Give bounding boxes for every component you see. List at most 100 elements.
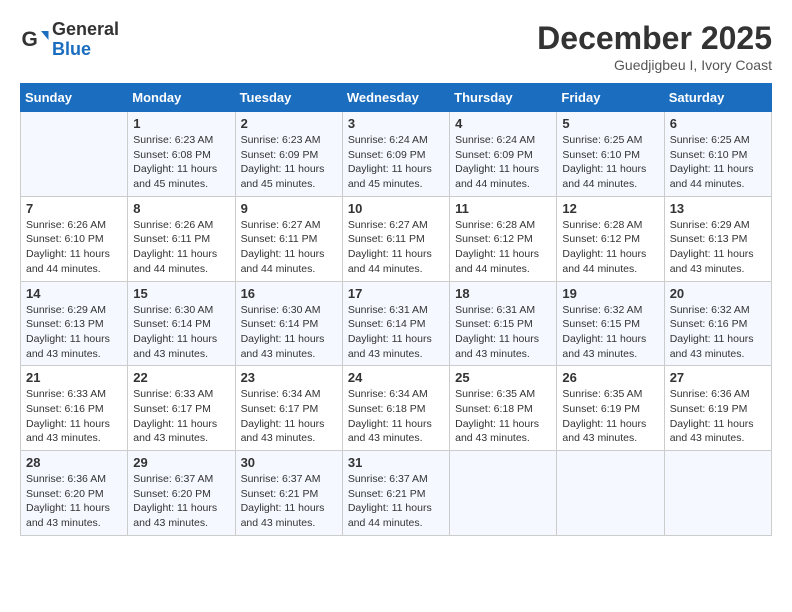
calendar-day-header: Monday [128,84,235,112]
calendar-day-header: Saturday [664,84,771,112]
day-info: Sunrise: 6:37 AMSunset: 6:20 PMDaylight:… [133,472,229,531]
calendar-day-header: Sunday [21,84,128,112]
day-info: Sunrise: 6:29 AMSunset: 6:13 PMDaylight:… [670,218,766,277]
day-number: 30 [241,455,337,470]
calendar-cell: 29Sunrise: 6:37 AMSunset: 6:20 PMDayligh… [128,451,235,536]
calendar-cell: 14 Sunrise: 6:29 AMSunset: 6:13 PMDayligh… [21,281,128,366]
month-title: December 2025 [537,20,772,57]
svg-text:G: G [22,28,38,51]
calendar-cell: 8 Sunrise: 6:26 AMSunset: 6:11 PMDaylight… [128,196,235,281]
calendar-week-row: 21Sunrise: 6:33 AMSunset: 6:16 PMDayligh… [21,366,772,451]
day-number: 28 [26,455,122,470]
day-info: Sunrise: 6:37 AMSunset: 6:21 PMDaylight:… [241,472,337,531]
calendar-cell: 27 Sunrise: 6:36 AMSunset: 6:19 PMDayligh… [664,366,771,451]
day-info: Sunrise: 6:36 AMSunset: 6:19 PMDaylight:… [670,387,766,446]
calendar-cell: 11 Sunrise: 6:28 AMSunset: 6:12 PMDayligh… [450,196,557,281]
calendar-cell [21,112,128,197]
day-info: Sunrise: 6:23 AMSunset: 6:09 PMDaylight:… [241,133,337,192]
day-info: Sunrise: 6:26 AMSunset: 6:11 PMDaylight:… [133,218,229,277]
day-info: Sunrise: 6:34 AMSunset: 6:17 PMDaylight:… [241,387,337,446]
logo-icon: G [20,25,50,55]
calendar-week-row: 1 Sunrise: 6:23 AMSunset: 6:08 PMDaylight… [21,112,772,197]
day-number: 11 [455,201,551,216]
day-info: Sunrise: 6:35 AMSunset: 6:18 PMDaylight:… [455,387,551,446]
calendar-cell: 1 Sunrise: 6:23 AMSunset: 6:08 PMDaylight… [128,112,235,197]
calendar-cell: 28 Sunrise: 6:36 AMSunset: 6:20 PMDayligh… [21,451,128,536]
calendar-cell: 13 Sunrise: 6:29 AMSunset: 6:13 PMDayligh… [664,196,771,281]
day-number: 23 [241,370,337,385]
day-info: Sunrise: 6:24 AMSunset: 6:09 PMDaylight:… [455,133,551,192]
calendar-cell: 16 Sunrise: 6:30 AMSunset: 6:14 PMDayligh… [235,281,342,366]
day-number: 1 [133,116,229,131]
day-info: Sunrise: 6:29 AMSunset: 6:13 PMDaylight:… [26,303,122,362]
calendar-cell: 5Sunrise: 6:25 AMSunset: 6:10 PMDaylight… [557,112,664,197]
day-number: 20 [670,286,766,301]
day-number: 19 [562,286,658,301]
calendar-cell [664,451,771,536]
calendar-cell: 23 Sunrise: 6:34 AMSunset: 6:17 PMDayligh… [235,366,342,451]
calendar-cell: 12 Sunrise: 6:28 AMSunset: 6:12 PMDayligh… [557,196,664,281]
day-info: Sunrise: 6:31 AMSunset: 6:14 PMDaylight:… [348,303,444,362]
calendar-cell: 25 Sunrise: 6:35 AMSunset: 6:18 PMDayligh… [450,366,557,451]
calendar-week-row: 28 Sunrise: 6:36 AMSunset: 6:20 PMDayligh… [21,451,772,536]
calendar-cell: 3 Sunrise: 6:24 AMSunset: 6:09 PMDaylight… [342,112,449,197]
day-info: Sunrise: 6:32 AMSunset: 6:15 PMDaylight:… [562,303,658,362]
day-info: Sunrise: 6:33 AMSunset: 6:16 PMDaylight:… [26,387,122,446]
day-info: Sunrise: 6:25 AMSunset: 6:10 PMDaylight:… [670,133,766,192]
day-number: 12 [562,201,658,216]
day-info: Sunrise: 6:30 AMSunset: 6:14 PMDaylight:… [133,303,229,362]
page-header: G General Blue December 2025 Guedjigbeu … [20,20,772,73]
calendar-table: SundayMondayTuesdayWednesdayThursdayFrid… [20,83,772,536]
day-info: Sunrise: 6:25 AMSunset: 6:10 PMDaylight:… [562,133,658,192]
day-number: 9 [241,201,337,216]
calendar-cell: 20Sunrise: 6:32 AMSunset: 6:16 PMDayligh… [664,281,771,366]
calendar-cell: 6 Sunrise: 6:25 AMSunset: 6:10 PMDaylight… [664,112,771,197]
title-block: December 2025 Guedjigbeu I, Ivory Coast [537,20,772,73]
logo-general: General [52,20,119,40]
day-number: 26 [562,370,658,385]
day-info: Sunrise: 6:33 AMSunset: 6:17 PMDaylight:… [133,387,229,446]
day-number: 31 [348,455,444,470]
calendar-cell: 4 Sunrise: 6:24 AMSunset: 6:09 PMDaylight… [450,112,557,197]
calendar-week-row: 14 Sunrise: 6:29 AMSunset: 6:13 PMDayligh… [21,281,772,366]
calendar-cell: 9Sunrise: 6:27 AMSunset: 6:11 PMDaylight… [235,196,342,281]
day-number: 22 [133,370,229,385]
day-number: 24 [348,370,444,385]
calendar-cell: 30 Sunrise: 6:37 AMSunset: 6:21 PMDayligh… [235,451,342,536]
day-info: Sunrise: 6:34 AMSunset: 6:18 PMDaylight:… [348,387,444,446]
day-info: Sunrise: 6:36 AMSunset: 6:20 PMDaylight:… [26,472,122,531]
day-info: Sunrise: 6:31 AMSunset: 6:15 PMDaylight:… [455,303,551,362]
day-number: 27 [670,370,766,385]
day-number: 18 [455,286,551,301]
calendar-cell: 19 Sunrise: 6:32 AMSunset: 6:15 PMDayligh… [557,281,664,366]
day-info: Sunrise: 6:28 AMSunset: 6:12 PMDaylight:… [455,218,551,277]
day-info: Sunrise: 6:28 AMSunset: 6:12 PMDaylight:… [562,218,658,277]
calendar-day-header: Tuesday [235,84,342,112]
logo: G General Blue [20,20,119,60]
day-number: 2 [241,116,337,131]
calendar-week-row: 7Sunrise: 6:26 AMSunset: 6:10 PMDaylight… [21,196,772,281]
calendar-day-header: Wednesday [342,84,449,112]
day-number: 8 [133,201,229,216]
day-info: Sunrise: 6:26 AMSunset: 6:10 PMDaylight:… [26,218,122,277]
calendar-cell: 7Sunrise: 6:26 AMSunset: 6:10 PMDaylight… [21,196,128,281]
calendar-cell: 26Sunrise: 6:35 AMSunset: 6:19 PMDayligh… [557,366,664,451]
day-number: 13 [670,201,766,216]
day-info: Sunrise: 6:23 AMSunset: 6:08 PMDaylight:… [133,133,229,192]
calendar-day-header: Thursday [450,84,557,112]
day-number: 25 [455,370,551,385]
day-number: 14 [26,286,122,301]
day-number: 6 [670,116,766,131]
day-info: Sunrise: 6:27 AMSunset: 6:11 PMDaylight:… [348,218,444,277]
day-number: 10 [348,201,444,216]
day-info: Sunrise: 6:30 AMSunset: 6:14 PMDaylight:… [241,303,337,362]
day-number: 3 [348,116,444,131]
day-info: Sunrise: 6:37 AMSunset: 6:21 PMDaylight:… [348,472,444,531]
calendar-cell: 2 Sunrise: 6:23 AMSunset: 6:09 PMDaylight… [235,112,342,197]
day-info: Sunrise: 6:24 AMSunset: 6:09 PMDaylight:… [348,133,444,192]
day-number: 17 [348,286,444,301]
day-number: 16 [241,286,337,301]
day-number: 4 [455,116,551,131]
calendar-cell: 22 Sunrise: 6:33 AMSunset: 6:17 PMDayligh… [128,366,235,451]
calendar-header-row: SundayMondayTuesdayWednesdayThursdayFrid… [21,84,772,112]
